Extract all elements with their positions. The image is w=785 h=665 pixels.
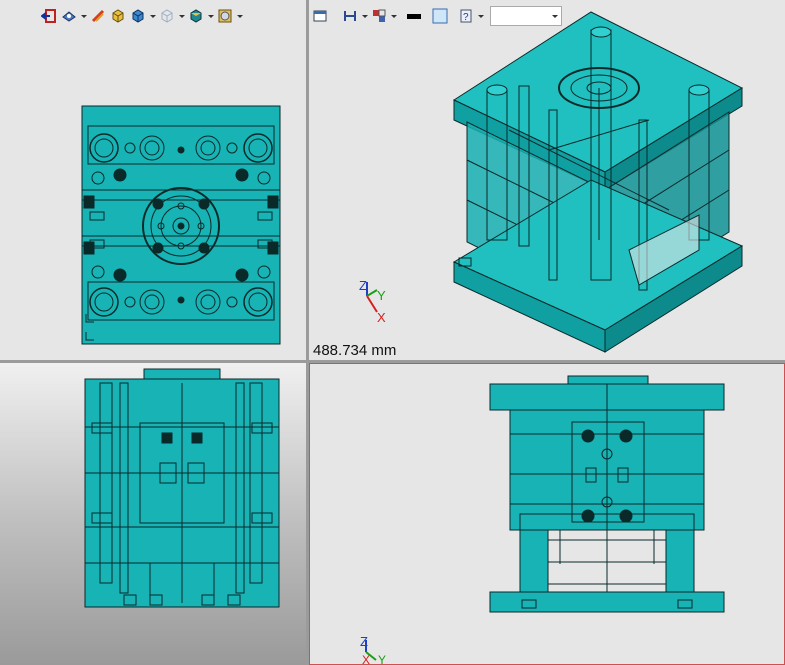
z-axis-label: Z	[359, 278, 367, 293]
front-view-model: Z Y X	[360, 375, 725, 664]
viewport-splitter-horizontal[interactable]	[0, 360, 785, 363]
viewport-splitter-vertical[interactable]	[306, 0, 309, 665]
viewport-side[interactable]	[0, 363, 306, 665]
svg-text:Z: Z	[360, 634, 368, 649]
svg-text:Y: Y	[378, 653, 386, 664]
scale-readout: 488.734 mm	[313, 342, 397, 359]
x-axis-label: X	[377, 310, 386, 325]
top-view-model	[81, 105, 281, 345]
side-view-model	[84, 368, 280, 608]
svg-text:X: X	[362, 653, 370, 664]
y-axis-label: Y	[377, 288, 386, 303]
viewport-isometric[interactable]: ? Z Y X 488.734 mm	[309, 0, 785, 360]
viewport-front-active[interactable]: Z Y X	[309, 363, 785, 665]
isometric-model: Z Y X	[359, 11, 744, 353]
axis-triad-front: Z Y X	[360, 634, 386, 664]
viewport-top[interactable]	[0, 0, 306, 360]
axis-triad: Z Y X	[359, 278, 386, 325]
